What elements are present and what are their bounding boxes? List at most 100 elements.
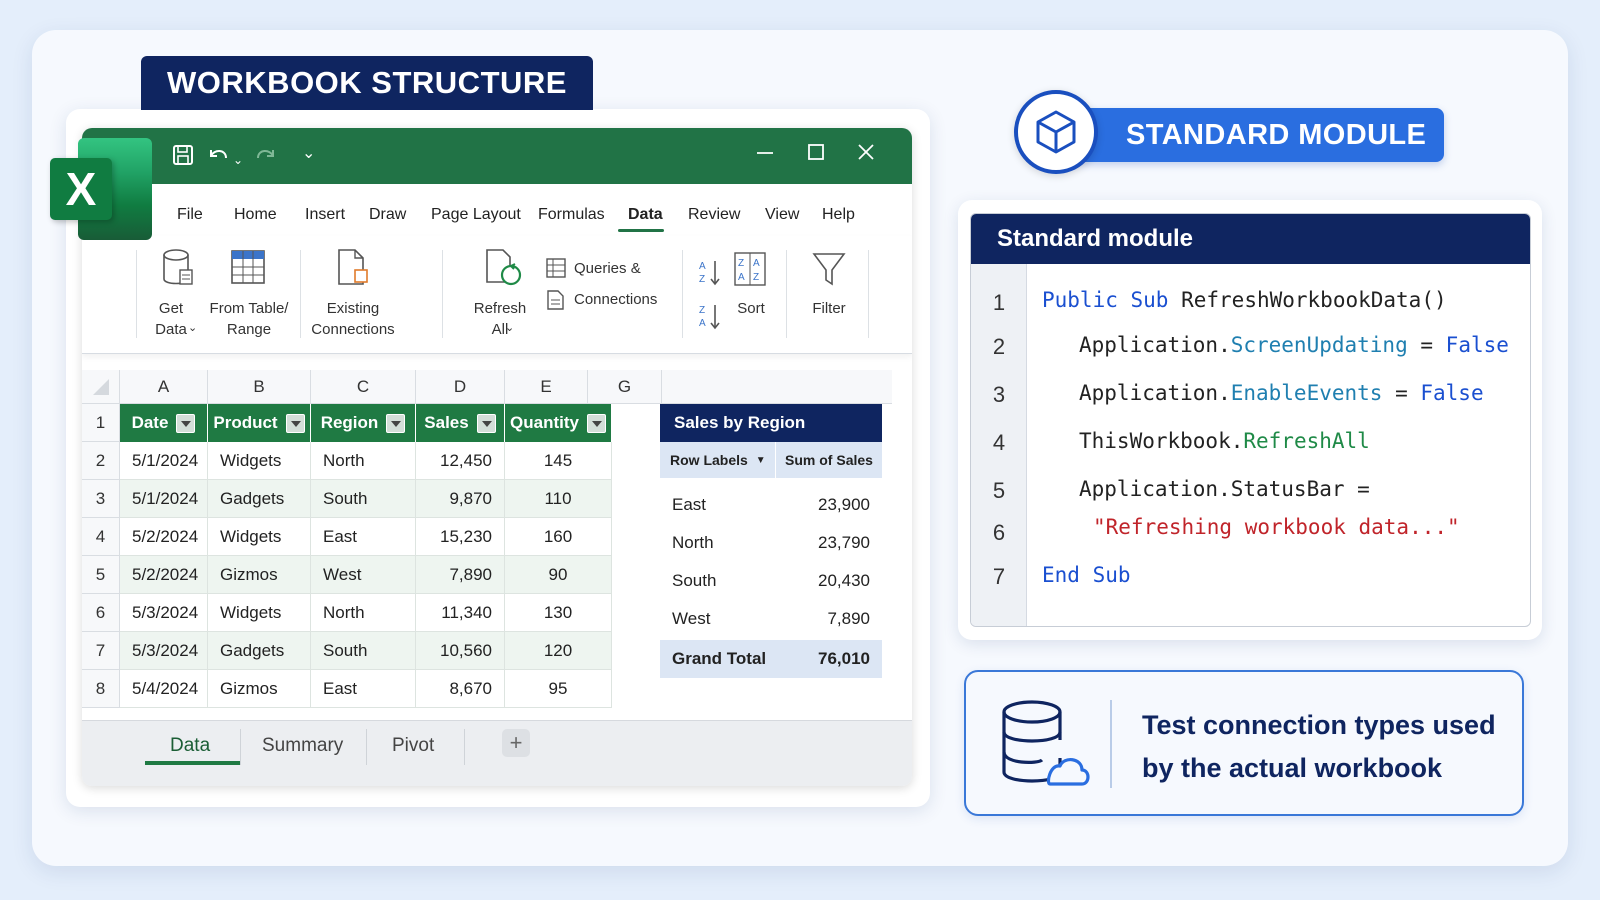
menu-review[interactable]: Review [688, 206, 740, 224]
table-cell[interactable]: 95 [505, 670, 612, 708]
sort-z-to-a-icon[interactable]: ZA [698, 302, 722, 335]
sort-a-to-z-icon[interactable]: AZ [698, 258, 722, 291]
database-icon [160, 248, 196, 293]
menu-help[interactable]: Help [822, 206, 855, 224]
maximize-icon[interactable] [806, 142, 826, 167]
table-cell[interactable]: North [311, 442, 416, 480]
table-cell[interactable]: 5/2/2024 [120, 556, 208, 594]
row-header-4[interactable]: 4 [82, 518, 120, 556]
column-header-d[interactable]: D [416, 370, 505, 404]
table-header-region[interactable]: Region [311, 404, 416, 442]
table-cell[interactable]: 120 [505, 632, 612, 670]
table-cell[interactable]: 12,450 [416, 442, 505, 480]
table-header-quantity[interactable]: Quantity [505, 404, 612, 442]
table-cell[interactable]: 15,230 [416, 518, 505, 556]
code-line-1[interactable]: Public Sub RefreshWorkbookData() [1042, 288, 1447, 312]
code-line-5[interactable]: Application.StatusBar = [1079, 477, 1370, 501]
minimize-icon[interactable] [755, 142, 775, 167]
row-header-1[interactable]: 1 [82, 404, 120, 442]
table-cell[interactable]: 90 [505, 556, 612, 594]
table-cell[interactable]: East [311, 670, 416, 708]
pivot-row[interactable]: North 23,790 [660, 524, 882, 562]
table-cell[interactable]: West [311, 556, 416, 594]
menu-data[interactable]: Data [628, 206, 663, 224]
table-cell[interactable]: Widgets [208, 518, 311, 556]
table-cell[interactable]: 10,560 [416, 632, 505, 670]
pivot-grand-total-row[interactable]: Grand Total 76,010 [660, 640, 882, 678]
caret-down-icon[interactable]: ▼ [756, 455, 766, 466]
code-line-3[interactable]: Application.EnableEvents = False [1079, 381, 1484, 405]
customize-toolbar-icon[interactable]: ⌄ [302, 142, 315, 166]
menu-file[interactable]: File [177, 206, 203, 224]
table-cell[interactable]: 11,340 [416, 594, 505, 632]
table-cell[interactable]: Widgets [208, 442, 311, 480]
menu-formulas[interactable]: Formulas [538, 206, 605, 224]
menu-page-layout[interactable]: Page Layout [431, 206, 521, 224]
sheet-tab-pivot[interactable]: Pivot [392, 735, 434, 757]
table-cell[interactable]: 160 [505, 518, 612, 556]
column-header-e[interactable]: E [505, 370, 588, 404]
table-cell[interactable]: Gadgets [208, 480, 311, 518]
table-header-date[interactable]: Date [120, 404, 208, 442]
filter-dropdown-icon[interactable] [176, 413, 196, 433]
table-cell[interactable]: South [311, 480, 416, 518]
column-header-c[interactable]: C [311, 370, 416, 404]
sheet-tab-summary[interactable]: Summary [262, 735, 343, 757]
add-sheet-button[interactable]: + [502, 729, 530, 757]
table-cell[interactable]: North [311, 594, 416, 632]
column-header-g[interactable]: G [588, 370, 662, 404]
table-cell[interactable]: Gizmos [208, 670, 311, 708]
table-cell[interactable]: Widgets [208, 594, 311, 632]
menu-home[interactable]: Home [234, 206, 277, 224]
table-cell[interactable]: 130 [505, 594, 612, 632]
pivot-title[interactable]: Sales by Region [660, 404, 882, 442]
table-cell[interactable]: 5/3/2024 [120, 594, 208, 632]
row-header-6[interactable]: 6 [82, 594, 120, 632]
close-icon[interactable] [856, 142, 876, 167]
code-line-7[interactable]: End Sub [1042, 563, 1131, 587]
row-header-5[interactable]: 5 [82, 556, 120, 594]
menu-draw[interactable]: Draw [369, 206, 406, 224]
table-cell[interactable]: 5/2/2024 [120, 518, 208, 556]
code-line-6[interactable]: "Refreshing workbook data..." [1093, 515, 1460, 539]
pivot-row[interactable]: West 7,890 [660, 600, 882, 638]
code-line-4[interactable]: ThisWorkbook.RefreshAll [1079, 429, 1370, 453]
table-cell[interactable]: 5/4/2024 [120, 670, 208, 708]
filter-dropdown-icon[interactable] [285, 413, 305, 433]
column-header-b[interactable]: B [208, 370, 311, 404]
filter-dropdown-icon[interactable] [586, 413, 606, 433]
row-header-7[interactable]: 7 [82, 632, 120, 670]
redo-icon[interactable] [254, 144, 278, 172]
pivot-row[interactable]: East 23,900 [660, 486, 882, 524]
table-header-product[interactable]: Product [208, 404, 311, 442]
menu-insert[interactable]: Insert [305, 206, 345, 224]
pivot-row-labels-header[interactable]: Row Labels ▼ [660, 442, 776, 478]
table-cell[interactable]: 145 [505, 442, 612, 480]
table-cell[interactable]: 9,870 [416, 480, 505, 518]
table-cell[interactable]: 5/1/2024 [120, 480, 208, 518]
filter-dropdown-icon[interactable] [386, 413, 406, 433]
table-cell[interactable]: East [311, 518, 416, 556]
undo-icon[interactable] [206, 144, 230, 172]
table-cell[interactable]: 110 [505, 480, 612, 518]
undo-dropdown-icon[interactable]: ⌄ [233, 148, 243, 172]
row-header-8[interactable]: 8 [82, 670, 120, 708]
row-header-3[interactable]: 3 [82, 480, 120, 518]
table-cell[interactable]: 8,670 [416, 670, 505, 708]
table-cell[interactable]: 5/1/2024 [120, 442, 208, 480]
filter-dropdown-icon[interactable] [476, 413, 496, 433]
column-header-a[interactable]: A [120, 370, 208, 404]
table-cell[interactable]: Gadgets [208, 632, 311, 670]
save-icon[interactable] [172, 144, 194, 172]
table-cell[interactable]: Gizmos [208, 556, 311, 594]
pivot-row[interactable]: South 20,430 [660, 562, 882, 600]
code-line-2[interactable]: Application.ScreenUpdating = False [1079, 333, 1509, 357]
menu-view[interactable]: View [765, 206, 799, 224]
select-all-corner[interactable] [82, 370, 120, 404]
table-cell[interactable]: 5/3/2024 [120, 632, 208, 670]
row-header-2[interactable]: 2 [82, 442, 120, 480]
sheet-tab-data[interactable]: Data [170, 735, 210, 757]
table-header-sales[interactable]: Sales [416, 404, 505, 442]
table-cell[interactable]: 7,890 [416, 556, 505, 594]
table-cell[interactable]: South [311, 632, 416, 670]
